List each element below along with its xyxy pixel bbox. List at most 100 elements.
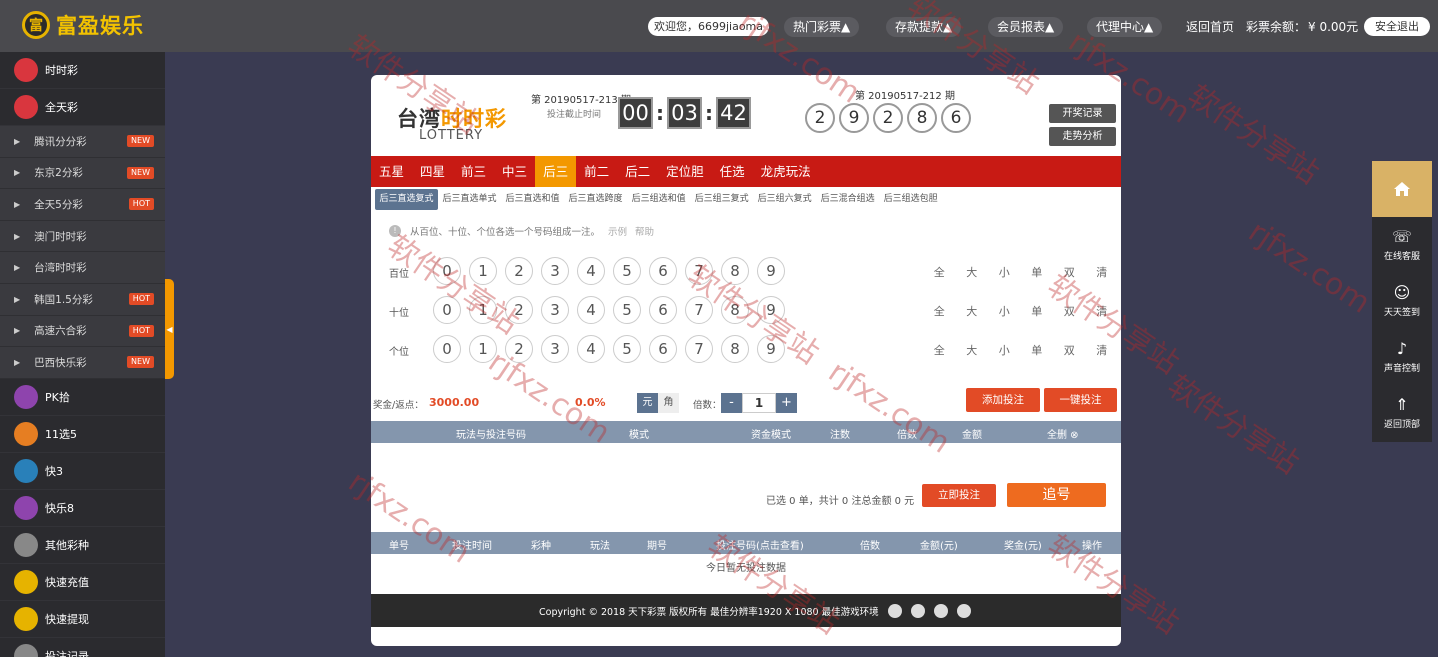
sidebar-item[interactable]: 投注记录 [0, 638, 165, 657]
digit-button[interactable]: 8 [721, 257, 749, 285]
digit-button[interactable]: 2 [505, 296, 533, 324]
sidebar-item[interactable]: 快乐8 [0, 490, 165, 527]
digit-button[interactable]: 0 [433, 257, 461, 285]
nav-member-report[interactable]: 会员报表▲ [988, 17, 1064, 37]
digit-button[interactable]: 1 [469, 335, 497, 363]
tab-play-type[interactable]: 定位胆 [658, 156, 712, 187]
example-link[interactable]: 示例 [608, 224, 627, 238]
digit-button[interactable]: 4 [577, 257, 605, 285]
tab-play-type[interactable]: 龙虎玩法 [753, 156, 819, 187]
digit-button[interactable]: 3 [541, 335, 569, 363]
quick-select-button[interactable]: 单 [1021, 303, 1054, 319]
digit-button[interactable]: 5 [613, 335, 641, 363]
help-link[interactable]: 帮助 [635, 224, 654, 238]
quick-select-button[interactable]: 双 [1053, 303, 1086, 319]
logout-button[interactable]: 安全退出 [1364, 17, 1430, 36]
digit-button[interactable]: 8 [721, 335, 749, 363]
digit-button[interactable]: 6 [649, 335, 677, 363]
sidebar-subitem[interactable]: ▶ 全天5分彩 HOT [0, 189, 165, 221]
rate-value[interactable]: 3000.00 [429, 396, 479, 409]
quick-select-button[interactable]: 小 [988, 303, 1021, 319]
quick-select-button[interactable]: 单 [1021, 264, 1054, 280]
multiple-plus-button[interactable]: + [776, 393, 797, 413]
sidebar-subitem[interactable]: ▶ 台湾时时彩 [0, 252, 165, 284]
rightbar-item[interactable]: ☏ 在线客服 [1372, 217, 1432, 273]
sidebar-item[interactable]: 全天彩 [0, 89, 165, 126]
tab-play-type[interactable]: 中三 [494, 156, 535, 187]
home-button[interactable] [1372, 161, 1432, 217]
subtab-play-mode[interactable]: 后三组选包胆 [879, 189, 942, 210]
digit-button[interactable]: 5 [613, 296, 641, 324]
rightbar-item[interactable]: ☺ 天天签到 [1372, 273, 1432, 329]
tab-play-type[interactable]: 四星 [412, 156, 453, 187]
quick-select-button[interactable]: 清 [1086, 264, 1119, 280]
quick-select-button[interactable]: 小 [988, 342, 1021, 358]
digit-button[interactable]: 7 [685, 335, 713, 363]
rightbar-item[interactable]: ⇑ 返回顶部 [1372, 385, 1432, 441]
tab-play-type[interactable]: 前三 [453, 156, 494, 187]
tab-play-type[interactable]: 前二 [576, 156, 617, 187]
digit-button[interactable]: 6 [649, 257, 677, 285]
nav-hot-lottery[interactable]: 热门彩票▲ [784, 17, 860, 37]
sidebar-item[interactable]: 快速充值 [0, 564, 165, 601]
digit-button[interactable]: 7 [685, 257, 713, 285]
sidebar-item[interactable]: 时时彩 [0, 52, 165, 89]
digit-button[interactable]: 4 [577, 296, 605, 324]
digit-button[interactable]: 9 [757, 335, 785, 363]
draw-history-button[interactable]: 开奖记录 [1049, 104, 1116, 123]
digit-button[interactable]: 1 [469, 296, 497, 324]
submit-bet-button[interactable]: 立即投注 [922, 484, 996, 507]
sidebar-item[interactable]: PK拾 [0, 379, 165, 416]
unit-yuan[interactable]: 元 [637, 393, 658, 413]
tab-play-type[interactable]: 后二 [617, 156, 658, 187]
chase-number-button[interactable]: 追号 [1007, 483, 1106, 507]
quick-select-button[interactable]: 清 [1086, 303, 1119, 319]
digit-button[interactable]: 2 [505, 257, 533, 285]
subtab-play-mode[interactable]: 后三直选和值 [501, 189, 564, 210]
sidebar-subitem[interactable]: ▶ 东京2分彩 NEW [0, 157, 165, 190]
nav-agent-center[interactable]: 代理中心▲ [1087, 17, 1163, 37]
sidebar-subitem[interactable]: ▶ 韩国1.5分彩 HOT [0, 283, 165, 316]
nav-home-link[interactable]: 返回首页 [1186, 17, 1234, 37]
sidebar-item[interactable]: 快3 [0, 453, 165, 490]
subtab-play-mode[interactable]: 后三混合组选 [816, 189, 879, 210]
quick-select-button[interactable]: 全 [923, 342, 956, 358]
quick-select-button[interactable]: 大 [956, 303, 989, 319]
digit-button[interactable]: 7 [685, 296, 713, 324]
digit-button[interactable]: 0 [433, 335, 461, 363]
cart-column-header[interactable]: 全删 ⊗ [1047, 426, 1079, 441]
multiple-input[interactable]: 1 [742, 393, 776, 413]
sidebar-subitem[interactable]: ▶ 腾讯分分彩 NEW [0, 126, 165, 158]
tab-play-type[interactable]: 后三 [535, 156, 577, 187]
subtab-play-mode[interactable]: 后三直选单式 [438, 189, 501, 210]
subtab-play-mode[interactable]: 后三直选跨度 [564, 189, 627, 210]
tab-play-type[interactable]: 五星 [371, 156, 412, 187]
quick-select-button[interactable]: 双 [1053, 264, 1086, 280]
nav-deposit-withdraw[interactable]: 存款提款▲ [886, 17, 962, 37]
quick-bet-button[interactable]: 一键投注 [1044, 388, 1117, 412]
sidebar-collapse-handle[interactable]: ◀ [165, 279, 174, 379]
digit-button[interactable]: 0 [433, 296, 461, 324]
tab-play-type[interactable]: 任选 [712, 156, 753, 187]
sidebar-subitem[interactable]: ▶ 高速六合彩 HOT [0, 315, 165, 348]
quick-select-button[interactable]: 双 [1053, 342, 1086, 358]
subtab-play-mode[interactable]: 后三组选和值 [627, 189, 690, 210]
digit-button[interactable]: 6 [649, 296, 677, 324]
quick-select-button[interactable]: 全 [923, 264, 956, 280]
unit-jiao[interactable]: 角 [658, 393, 679, 413]
sidebar-item[interactable]: 11选5 [0, 416, 165, 453]
sidebar-item[interactable]: 快速提现 [0, 601, 165, 638]
digit-button[interactable]: 4 [577, 335, 605, 363]
digit-button[interactable]: 9 [757, 296, 785, 324]
subtab-play-mode[interactable]: 后三组六复式 [753, 189, 816, 210]
logo[interactable]: 富 富盈娱乐 [22, 10, 144, 40]
digit-button[interactable]: 3 [541, 296, 569, 324]
sidebar-subitem[interactable]: ▶ 澳门时时彩 [0, 220, 165, 253]
add-bet-button[interactable]: 添加投注 [966, 388, 1040, 412]
digit-button[interactable]: 3 [541, 257, 569, 285]
rightbar-item[interactable]: ♪ 声音控制 [1372, 329, 1432, 385]
quick-select-button[interactable]: 单 [1021, 342, 1054, 358]
trend-analysis-button[interactable]: 走势分析 [1049, 127, 1116, 146]
digit-button[interactable]: 2 [505, 335, 533, 363]
multiple-minus-button[interactable]: - [721, 393, 742, 413]
